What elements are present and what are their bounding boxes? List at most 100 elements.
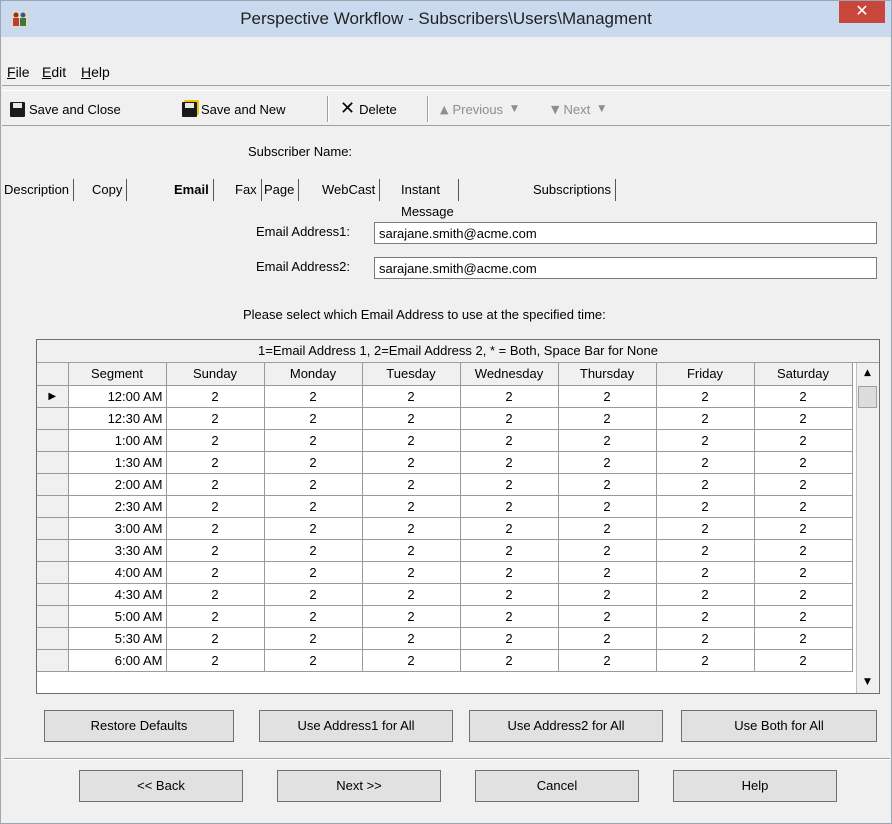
tab-email[interactable]: Email bbox=[174, 179, 214, 201]
schedule-cell[interactable]: 2 bbox=[656, 605, 755, 628]
table-row[interactable]: 1:30 AM 2 2 2 2 2 2 2 bbox=[37, 451, 853, 474]
schedule-cell[interactable]: 2 bbox=[362, 649, 461, 672]
schedule-cell[interactable]: 2 bbox=[166, 473, 265, 496]
schedule-cell[interactable]: 2 bbox=[362, 429, 461, 452]
column-header[interactable]: Segment bbox=[68, 363, 167, 386]
vertical-scrollbar[interactable]: ▲ ▼ bbox=[856, 363, 879, 693]
schedule-cell[interactable]: 2 bbox=[166, 407, 265, 430]
schedule-cell[interactable]: 2 bbox=[362, 407, 461, 430]
row-selector[interactable] bbox=[37, 429, 69, 452]
schedule-cell[interactable]: 2 bbox=[362, 627, 461, 650]
segment-cell[interactable]: 6:00 AM bbox=[68, 649, 167, 672]
schedule-cell[interactable]: 2 bbox=[754, 539, 853, 562]
schedule-cell[interactable]: 2 bbox=[754, 385, 853, 408]
schedule-cell[interactable]: 2 bbox=[558, 561, 657, 584]
save-and-new-button[interactable]: Save and New bbox=[182, 99, 286, 119]
schedule-cell[interactable]: 2 bbox=[264, 561, 363, 584]
schedule-cell[interactable]: 2 bbox=[558, 495, 657, 518]
close-button[interactable]: ✕ bbox=[839, 1, 885, 23]
segment-cell[interactable]: 12:00 AM bbox=[68, 385, 167, 408]
use-both-for-all-button[interactable]: Use Both for All bbox=[681, 710, 877, 742]
use-address2-for-all-button[interactable]: Use Address2 for All bbox=[469, 710, 663, 742]
schedule-cell[interactable]: 2 bbox=[558, 649, 657, 672]
email-address1-field[interactable] bbox=[374, 222, 877, 244]
schedule-cell[interactable]: 2 bbox=[362, 451, 461, 474]
segment-cell[interactable]: 5:30 AM bbox=[68, 627, 167, 650]
column-header[interactable]: Friday bbox=[656, 363, 755, 386]
column-header[interactable]: Saturday bbox=[754, 363, 853, 386]
schedule-cell[interactable]: 2 bbox=[558, 451, 657, 474]
menu-help[interactable]: Help bbox=[81, 64, 110, 80]
schedule-cell[interactable]: 2 bbox=[460, 605, 559, 628]
segment-cell[interactable]: 2:30 AM bbox=[68, 495, 167, 518]
schedule-cell[interactable]: 2 bbox=[558, 583, 657, 606]
row-selector[interactable] bbox=[37, 407, 69, 430]
schedule-cell[interactable]: 2 bbox=[166, 539, 265, 562]
schedule-cell[interactable]: 2 bbox=[460, 407, 559, 430]
schedule-cell[interactable]: 2 bbox=[166, 583, 265, 606]
schedule-cell[interactable]: 2 bbox=[558, 473, 657, 496]
schedule-cell[interactable]: 2 bbox=[460, 517, 559, 540]
save-and-close-button[interactable]: Save and Close bbox=[10, 99, 121, 119]
schedule-cell[interactable]: 2 bbox=[460, 429, 559, 452]
schedule-cell[interactable]: 2 bbox=[460, 539, 559, 562]
row-selector[interactable] bbox=[37, 649, 69, 672]
schedule-cell[interactable]: 2 bbox=[656, 517, 755, 540]
scroll-up-icon[interactable]: ▲ bbox=[857, 363, 878, 384]
schedule-cell[interactable]: 2 bbox=[264, 627, 363, 650]
row-selector[interactable] bbox=[37, 583, 69, 606]
schedule-cell[interactable]: 2 bbox=[460, 451, 559, 474]
segment-cell[interactable]: 4:30 AM bbox=[68, 583, 167, 606]
schedule-cell[interactable]: 2 bbox=[558, 605, 657, 628]
segment-cell[interactable]: 4:00 AM bbox=[68, 561, 167, 584]
schedule-cell[interactable]: 2 bbox=[362, 539, 461, 562]
schedule-cell[interactable]: 2 bbox=[558, 539, 657, 562]
schedule-cell[interactable]: 2 bbox=[264, 649, 363, 672]
help-button[interactable]: Help bbox=[673, 770, 837, 802]
row-selector[interactable] bbox=[37, 495, 69, 518]
schedule-cell[interactable]: 2 bbox=[754, 605, 853, 628]
schedule-cell[interactable]: 2 bbox=[754, 649, 853, 672]
schedule-cell[interactable]: 2 bbox=[656, 385, 755, 408]
tab-subscriptions[interactable]: Subscriptions bbox=[533, 179, 617, 201]
schedule-cell[interactable]: 2 bbox=[754, 517, 853, 540]
email-address2-field[interactable] bbox=[374, 257, 877, 279]
schedule-cell[interactable]: 2 bbox=[754, 627, 853, 650]
row-selector[interactable] bbox=[37, 451, 69, 474]
tab-description[interactable]: Description bbox=[4, 179, 75, 201]
row-selector[interactable] bbox=[37, 517, 69, 540]
schedule-cell[interactable]: 2 bbox=[656, 583, 755, 606]
segment-cell[interactable]: 1:30 AM bbox=[68, 451, 167, 474]
schedule-cell[interactable]: 2 bbox=[558, 517, 657, 540]
schedule-cell[interactable]: 2 bbox=[264, 517, 363, 540]
schedule-cell[interactable]: 2 bbox=[558, 385, 657, 408]
current-row-indicator-icon[interactable]: ▶ bbox=[37, 385, 69, 408]
schedule-cell[interactable]: 2 bbox=[460, 495, 559, 518]
schedule-cell[interactable]: 2 bbox=[264, 451, 363, 474]
schedule-cell[interactable]: 2 bbox=[656, 627, 755, 650]
schedule-cell[interactable]: 2 bbox=[754, 495, 853, 518]
schedule-cell[interactable]: 2 bbox=[656, 429, 755, 452]
table-row[interactable]: 3:00 AM 2 2 2 2 2 2 2 bbox=[37, 517, 853, 540]
tab-copy[interactable]: Copy bbox=[92, 179, 128, 201]
column-header[interactable]: Thursday bbox=[558, 363, 657, 386]
column-header[interactable]: Monday bbox=[264, 363, 363, 386]
schedule-cell[interactable]: 2 bbox=[166, 561, 265, 584]
delete-button[interactable]: ✕ Delete bbox=[340, 99, 397, 119]
schedule-cell[interactable]: 2 bbox=[754, 451, 853, 474]
schedule-cell[interactable]: 2 bbox=[460, 473, 559, 496]
tab-webcast[interactable]: WebCast bbox=[322, 179, 381, 201]
schedule-cell[interactable]: 2 bbox=[460, 561, 559, 584]
schedule-cell[interactable]: 2 bbox=[166, 649, 265, 672]
next-record-button[interactable]: ▼ Next ▼ bbox=[551, 99, 605, 119]
back-button[interactable]: << Back bbox=[79, 770, 243, 802]
schedule-cell[interactable]: 2 bbox=[558, 627, 657, 650]
schedule-cell[interactable]: 2 bbox=[362, 605, 461, 628]
table-row[interactable]: ▶ 12:00 AM 2 2 2 2 2 2 2 bbox=[37, 385, 853, 408]
use-address1-for-all-button[interactable]: Use Address1 for All bbox=[259, 710, 453, 742]
table-row[interactable]: 12:30 AM 2 2 2 2 2 2 2 bbox=[37, 407, 853, 430]
schedule-cell[interactable]: 2 bbox=[166, 451, 265, 474]
schedule-cell[interactable]: 2 bbox=[460, 627, 559, 650]
table-row[interactable]: 3:30 AM 2 2 2 2 2 2 2 bbox=[37, 539, 853, 562]
schedule-cell[interactable]: 2 bbox=[362, 385, 461, 408]
